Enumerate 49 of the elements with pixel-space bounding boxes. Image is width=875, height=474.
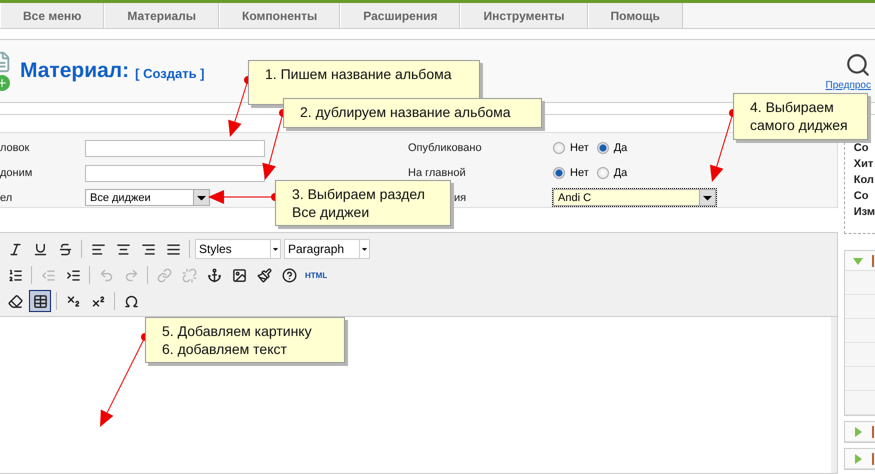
field-label: доним — [0, 167, 32, 179]
annotation-note: 2. дублируем название альбома — [283, 98, 542, 128]
info-label: Хит — [854, 158, 874, 170]
annotation-note: 5. Добавляем картинку 6. добавляем текст — [145, 317, 345, 363]
caret-icon — [699, 190, 715, 206]
menu-tab[interactable]: Материалы — [104, 3, 220, 28]
field-label: ел — [0, 192, 12, 204]
page-title: Материал: — [20, 59, 130, 83]
panel-header[interactable] — [844, 251, 875, 271]
format-select[interactable]: Paragraph — [284, 239, 370, 259]
create-link[interactable]: [ Создать ] — [135, 66, 204, 80]
input-field[interactable] — [85, 164, 265, 182]
caret-icon — [270, 240, 280, 258]
table-icon[interactable] — [29, 290, 51, 312]
field-label: ловок — [0, 142, 30, 154]
author-select[interactable]: Andi C — [553, 189, 716, 206]
caret-icon — [193, 190, 209, 206]
panel-marker — [872, 426, 874, 438]
radio-label: Нет — [570, 142, 589, 154]
panel-marker — [872, 254, 874, 266]
radio-button[interactable] — [596, 142, 609, 154]
menu-tab[interactable]: Расширения — [340, 3, 460, 28]
preview-link[interactable]: Предпрос — [826, 80, 871, 90]
radio-button[interactable] — [553, 167, 565, 179]
info-label: Кол — [854, 174, 875, 186]
radio-label: Нет — [570, 167, 589, 179]
radio-button[interactable] — [596, 167, 609, 179]
radio-label: Да — [614, 142, 628, 154]
radio-label: Да — [614, 167, 628, 179]
panel-marker — [872, 452, 874, 464]
field-label: ия — [454, 192, 466, 204]
radio-button[interactable] — [553, 142, 565, 154]
format-select[interactable]: Styles — [195, 239, 281, 259]
input-field[interactable] — [85, 140, 265, 157]
html-button[interactable]: HTML — [303, 264, 330, 286]
menu-tab[interactable]: Помощь — [588, 3, 683, 28]
info-label: Изм — [854, 206, 875, 218]
section-select[interactable]: Все диджеи — [85, 189, 210, 206]
field-label: На главной — [408, 167, 466, 179]
menu-tab[interactable]: Все меню — [0, 3, 104, 28]
menu-tab[interactable]: Компоненты — [219, 3, 340, 28]
caret-icon — [359, 240, 369, 258]
info-label: Со — [854, 142, 870, 154]
menu-tab[interactable]: Инструменты — [460, 3, 588, 28]
field-label: Опубликовано — [408, 142, 482, 154]
annotation-note: 4. Выбираем самого диджея — [733, 93, 868, 140]
annotation-note: 3. Выбираем раздел Все диджеи — [275, 180, 451, 226]
info-label: Со — [854, 190, 870, 202]
search-icon[interactable] — [845, 52, 871, 78]
